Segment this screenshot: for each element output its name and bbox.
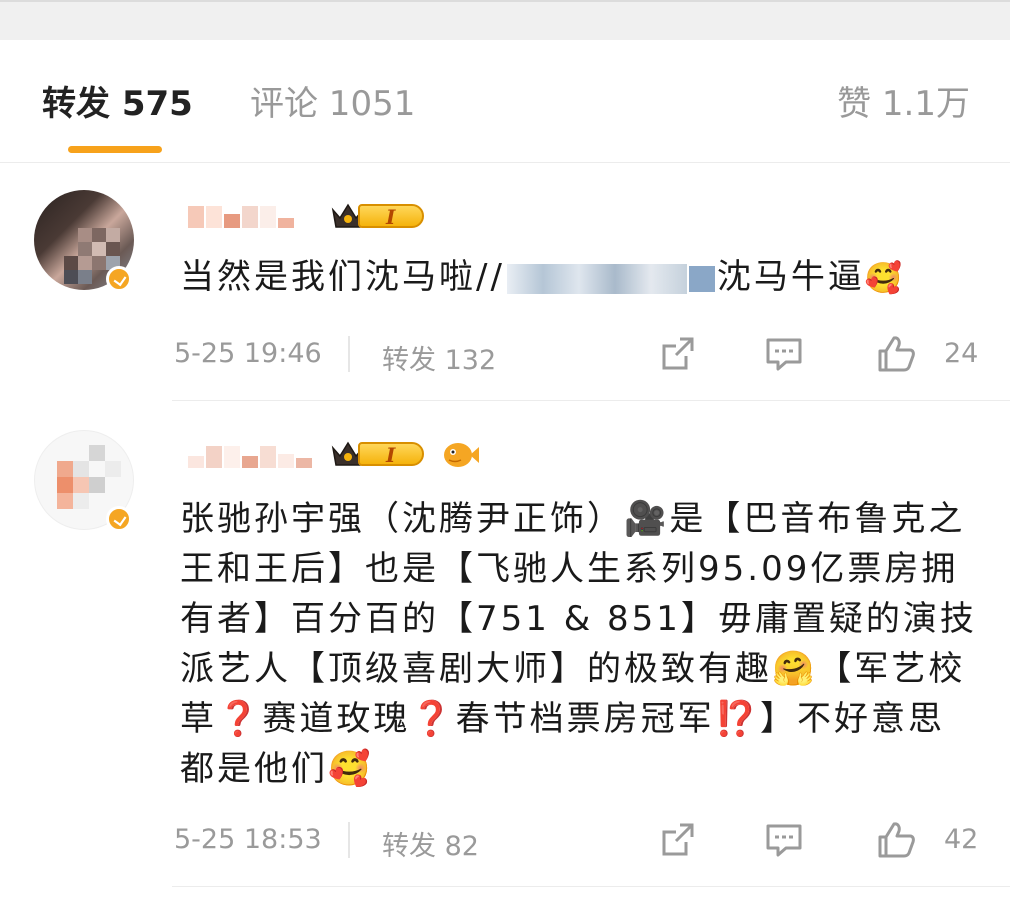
tab-like[interactable]: 赞 1.1万 [837, 84, 970, 124]
level-pill: I [358, 442, 424, 467]
like-count: 24 [944, 338, 979, 369]
like-icon[interactable] [876, 334, 916, 374]
mention-redacted[interactable] [506, 263, 687, 294]
content-text-after: 沈马牛逼 [716, 257, 865, 297]
repost-item: I 张驰孙宇强（沈腾尹正饰）🎥是【巴音布鲁克之王和王后】也是【飞驰人生系列95.… [0, 402, 1010, 892]
comment-icon[interactable] [764, 820, 804, 860]
post-time: 5-25 19:46 [174, 338, 322, 369]
mention-redacted-tail [688, 265, 715, 292]
comment-icon[interactable] [764, 334, 804, 374]
like-count: 42 [944, 824, 979, 855]
vip-level-badge: I [330, 438, 428, 470]
post-content: 当然是我们沈马啦// 沈马牛逼🥰 [180, 252, 905, 302]
content-text-before: 当然是我们沈马啦// [180, 257, 505, 297]
tab-bar: 转发 575 评论 1051 赞 1.1万 [0, 40, 1010, 163]
repost-item: I 当然是我们沈马啦// 沈马牛逼🥰 5-25 19:46 转发 132 24 [0, 162, 1010, 402]
meta-separator [348, 822, 350, 858]
post-meta: 5-25 18:53 转发 82 42 [174, 820, 980, 863]
divider [172, 400, 1010, 401]
fan-badge-icon [444, 443, 479, 467]
emoji-icon: 🥰 [864, 260, 906, 296]
vip-level-badge: I [330, 200, 428, 232]
level-pill: I [358, 204, 424, 229]
post-content: 张驰孙宇强（沈腾尹正饰）🎥是【巴音布鲁克之王和王后】也是【飞驰人生系列95.09… [180, 499, 977, 789]
post-meta: 5-25 19:46 转发 132 24 [174, 334, 980, 377]
tab-repost[interactable]: 转发 575 [42, 84, 193, 124]
verified-badge-icon [106, 506, 132, 532]
repost-count[interactable]: 转发 82 [382, 824, 479, 863]
username-redacted[interactable] [188, 206, 294, 230]
like-icon[interactable] [876, 820, 916, 860]
post-time: 5-25 18:53 [174, 824, 322, 855]
active-tab-indicator [68, 146, 162, 153]
share-icon[interactable] [658, 820, 698, 860]
share-icon[interactable] [658, 334, 698, 374]
top-strip [0, 0, 1010, 40]
username-redacted[interactable] [188, 446, 312, 470]
tab-comment[interactable]: 评论 1051 [250, 84, 415, 124]
verified-badge-icon [106, 266, 132, 292]
repost-count[interactable]: 转发 132 [382, 338, 496, 377]
divider [172, 886, 1010, 887]
meta-separator [348, 336, 350, 372]
